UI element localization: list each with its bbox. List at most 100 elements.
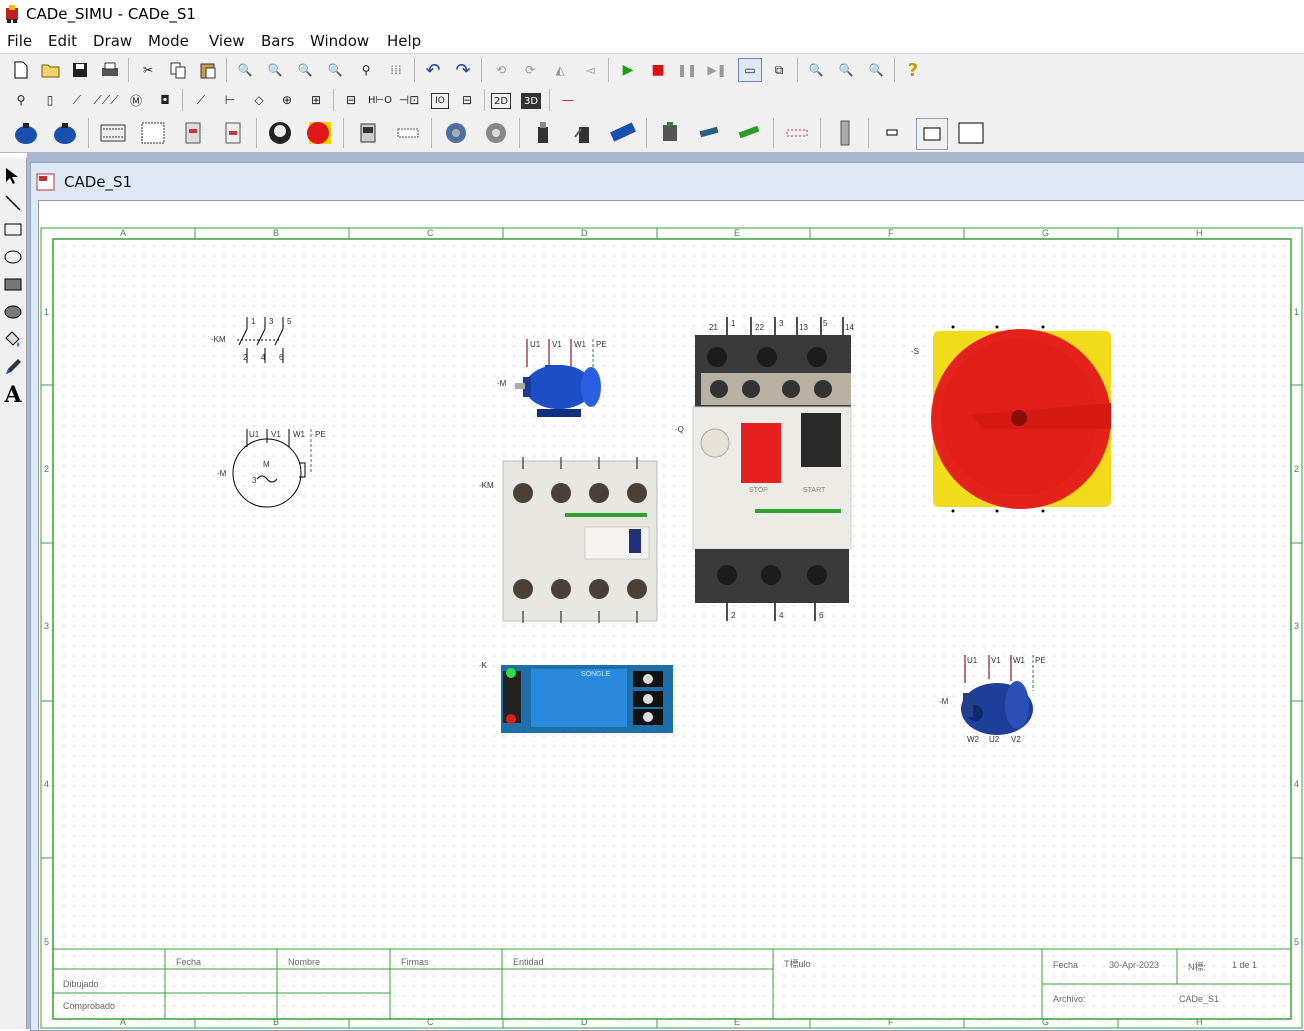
simulate-stop-button[interactable]: ■ — [647, 59, 669, 81]
undo-button[interactable]: ↶ — [422, 59, 444, 81]
find-next-button[interactable]: 🔍 — [264, 59, 286, 81]
contact-tool[interactable]: ⟋ — [190, 89, 212, 111]
menu-view[interactable]: View — [209, 32, 245, 50]
menu-bars[interactable]: Bars — [261, 32, 294, 50]
plc-tool[interactable]: ⊟ — [456, 89, 478, 111]
rectangle-tool[interactable] — [1, 218, 25, 242]
terminal-tool[interactable]: ⚲ — [10, 89, 32, 111]
small-box-tool[interactable] — [877, 118, 907, 148]
new-file-button[interactable] — [10, 59, 32, 81]
open-file-button[interactable] — [40, 59, 62, 81]
contactor-aux-tool[interactable] — [178, 118, 208, 148]
timer-tool[interactable]: ⊟ — [340, 89, 362, 111]
print-button[interactable] — [99, 59, 121, 81]
gear-motor-tool[interactable] — [481, 118, 511, 148]
motor-3d-2[interactable]: -M U1 V1 W1 PE W2 U2 V2 — [939, 653, 1059, 749]
cut-button[interactable]: ✂ — [137, 59, 159, 81]
select-tool[interactable] — [1, 164, 25, 188]
pump-tool[interactable] — [441, 118, 471, 148]
motor-tool[interactable]: Ⓜ — [125, 89, 147, 111]
large-box-tool[interactable] — [956, 118, 986, 148]
find-button[interactable]: 🔍 — [234, 59, 256, 81]
terminal-strip-tool[interactable] — [138, 118, 168, 148]
limit-switch-3d-tool[interactable] — [528, 118, 558, 148]
relay-module-tool[interactable] — [353, 118, 383, 148]
wire-tool[interactable]: — — [557, 89, 579, 111]
text-tool[interactable]: A — [1, 382, 25, 408]
menu-mode[interactable]: Mode — [148, 32, 189, 50]
zoom-in-button[interactable]: 🔍 — [805, 59, 827, 81]
din-rail-tool[interactable] — [830, 118, 860, 148]
motor-dahlander-tool[interactable] — [50, 118, 80, 148]
medium-box-tool[interactable] — [916, 118, 948, 150]
help-button[interactable]: ? — [902, 59, 924, 81]
pin-u1-label: U1 — [530, 340, 541, 349]
binoculars-button[interactable]: ⚲ — [355, 59, 377, 81]
grid-button[interactable]: ⁞⁞⁞ — [385, 59, 407, 81]
zoom-out-icon: 🔍 — [838, 63, 854, 77]
inductive-sensor-tool[interactable] — [694, 118, 724, 148]
color-picker-tool[interactable] — [1, 355, 25, 379]
redo-button[interactable]: ↷ — [452, 59, 474, 81]
limit-tool[interactable]: ⊣⊡ — [398, 89, 420, 111]
zoom-out-button[interactable]: 🔍 — [835, 59, 857, 81]
paste-button[interactable] — [197, 59, 219, 81]
io-tool[interactable]: IO — [431, 93, 449, 109]
pause-button[interactable]: ❚❚ — [676, 59, 698, 81]
fuse-tool[interactable]: ▯ — [39, 89, 61, 111]
motor-3phase-tool[interactable] — [11, 118, 41, 148]
zoom-area-button[interactable]: 🔍 — [294, 59, 316, 81]
simulate-start-button[interactable]: ▶ — [617, 59, 639, 81]
rotate-right-button[interactable]: ⟳ — [519, 59, 541, 81]
zoom-fit-button[interactable]: 🔍 — [865, 59, 887, 81]
valve-tool[interactable] — [655, 118, 685, 148]
window-mode-button[interactable]: ▭ — [738, 58, 762, 82]
contactor-3d[interactable]: -KM — [479, 457, 659, 625]
switch-tool[interactable]: ⟋ — [66, 89, 88, 111]
breaker-tool[interactable] — [218, 118, 248, 148]
ellipse-tool[interactable] — [1, 245, 25, 269]
relay-tool[interactable]: ⊞ — [305, 89, 327, 111]
source-tool[interactable]: ◘ — [154, 89, 176, 111]
replace-button[interactable]: 🔍 — [324, 59, 346, 81]
menu-window[interactable]: Window — [310, 32, 369, 50]
flip-button[interactable]: ◅ — [579, 59, 601, 81]
three-pole-tool[interactable]: ⟋⟋⟋ — [93, 89, 118, 111]
sensor-tool[interactable]: H⊢O — [368, 89, 392, 111]
terminal-block-tool[interactable] — [98, 118, 128, 148]
drawing-canvas[interactable]: A B C D E F G H A B C D E F G H 1 2 3 4 … — [38, 200, 1304, 1030]
pin-1-label: 1 — [251, 317, 256, 326]
line-tool[interactable] — [1, 191, 25, 215]
menu-help[interactable]: Help — [387, 32, 421, 50]
menu-edit[interactable]: Edit — [48, 32, 77, 50]
node-tool[interactable]: ◇ — [248, 89, 270, 111]
lever-switch-tool[interactable] — [568, 118, 598, 148]
step-button[interactable]: ▶❚ — [706, 59, 728, 81]
capacitive-sensor-tool[interactable] — [734, 118, 764, 148]
fill-tool[interactable] — [1, 328, 25, 352]
relay-module-k[interactable]: -K SONGLE — [475, 659, 675, 739]
filled-ellipse-tool[interactable] — [1, 300, 25, 324]
pushbutton-tool[interactable]: ⊢ — [219, 89, 241, 111]
menu-draw[interactable]: Draw — [93, 32, 132, 50]
view-2d-button[interactable]: 2D — [491, 93, 511, 109]
motor-symbol[interactable]: -M U1 V1 W1 PE M 3 — [215, 427, 335, 511]
rotary-switch-s[interactable]: -S — [911, 325, 1113, 513]
rotate-left-button[interactable]: ⟲ — [490, 59, 512, 81]
save-button[interactable] — [69, 59, 91, 81]
menu-file[interactable]: File — [7, 32, 32, 50]
sensor-3d-tool[interactable] — [607, 118, 637, 148]
coil-tool[interactable]: ⊕ — [276, 89, 298, 111]
multi-window-button[interactable]: ⧉ — [768, 59, 790, 81]
contact-km-symbol[interactable]: -KM 1 3 5 2 4 6 — [209, 315, 299, 365]
rotary-switch-tool[interactable] — [304, 118, 334, 148]
breaker-q[interactable]: -Q 21 1 22 3 13 5 14 2 4 6 STOP START — [675, 313, 855, 625]
pilot-light-tool[interactable] — [393, 118, 423, 148]
view-3d-button[interactable]: 3D — [521, 93, 541, 109]
filled-rectangle-tool[interactable] — [1, 273, 25, 297]
led-strip-tool[interactable] — [782, 118, 812, 148]
copy-button[interactable] — [167, 59, 189, 81]
mirror-button[interactable]: ◭ — [549, 59, 571, 81]
emergency-stop-tool[interactable] — [265, 118, 295, 148]
motor-3d-1[interactable]: -M U1 V1 W1 PE — [497, 337, 607, 429]
